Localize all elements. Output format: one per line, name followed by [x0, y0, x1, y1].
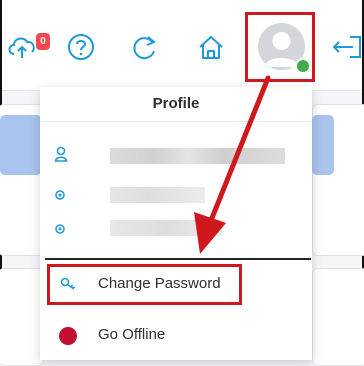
annotation-arrow	[194, 75, 271, 254]
